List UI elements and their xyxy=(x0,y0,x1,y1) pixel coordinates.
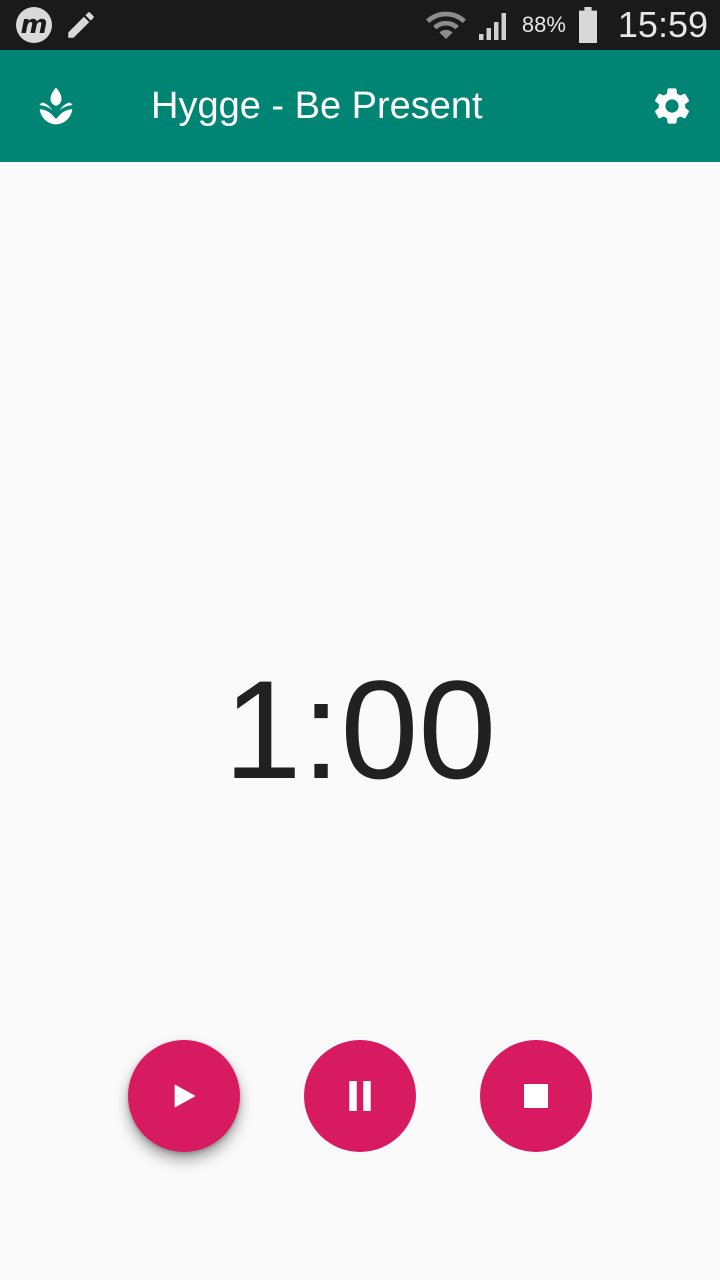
signal-icon xyxy=(478,13,506,40)
stop-button[interactable] xyxy=(480,1040,592,1152)
app-title: Hygge - Be Present xyxy=(151,85,483,127)
battery-icon xyxy=(578,7,597,43)
play-icon xyxy=(174,1084,196,1108)
pause-button[interactable] xyxy=(304,1040,416,1152)
pencil-icon xyxy=(68,12,94,38)
status-bar: m 88% 15:59 xyxy=(0,0,720,50)
play-button[interactable] xyxy=(128,1040,240,1152)
battery-percentage: 88% xyxy=(521,12,566,37)
status-right-icons: 88% 15:59 xyxy=(425,0,708,50)
timer-display: 1:00 xyxy=(223,651,497,808)
status-clock: 15:59 xyxy=(617,4,708,45)
m-app-icon: m xyxy=(16,7,52,43)
lotus-icon[interactable] xyxy=(34,84,78,128)
app-bar: Hygge - Be Present xyxy=(0,50,720,162)
status-left-icons: m xyxy=(16,7,98,43)
wifi-icon xyxy=(425,11,466,39)
pause-icon xyxy=(349,1081,371,1111)
stop-icon xyxy=(524,1084,548,1108)
gear-icon[interactable] xyxy=(650,84,694,128)
